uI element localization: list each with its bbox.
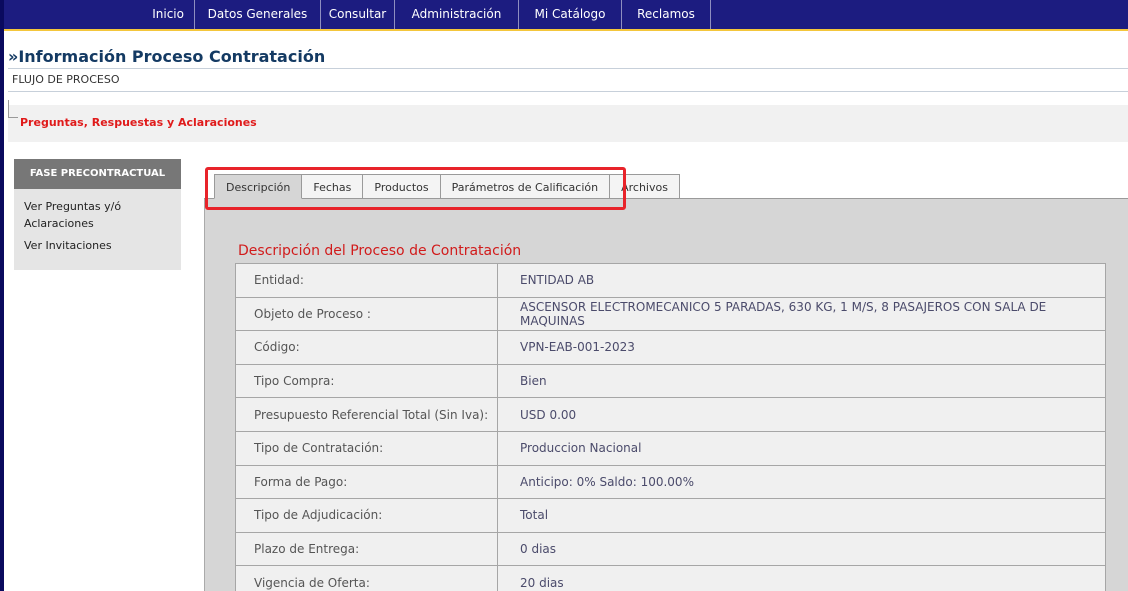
nav-item-consultar[interactable]: Consultar	[321, 0, 395, 29]
preguntas-respuestas-link[interactable]: Preguntas, Respuestas y Aclaraciones	[20, 116, 257, 129]
row-value: ASCENSOR ELECTROMECANICO 5 PARADAS, 630 …	[497, 296, 1106, 332]
row-label: Vigencia de Oferta:	[235, 565, 498, 591]
left-frame-border	[0, 0, 4, 591]
tree-connector-icon	[8, 100, 9, 118]
row-label: Forma de Pago:	[235, 464, 498, 500]
table-row: Código: VPN-EAB-001-2023	[235, 330, 1106, 365]
nav-item-datos-generales[interactable]: Datos Generales	[195, 0, 321, 29]
sidebar-item-ver-preguntas[interactable]: Ver Preguntas y/ó Aclaraciones	[14, 189, 181, 232]
row-label: Plazo de Entrega:	[235, 531, 498, 567]
row-label: Código:	[235, 330, 498, 365]
table-row: Plazo de Entrega: 0 dias	[235, 531, 1106, 567]
table-row: Entidad: ENTIDAD AB	[235, 263, 1106, 298]
table-row: Objeto de Proceso : ASCENSOR ELECTROMECA…	[235, 296, 1106, 332]
flujo-de-proceso-label: FLUJO DE PROCESO	[12, 73, 120, 86]
row-label: Entidad:	[235, 263, 498, 298]
title-divider	[8, 68, 1128, 69]
description-table: Entidad: ENTIDAD AB Objeto de Proceso : …	[235, 263, 1106, 591]
row-value: Anticipo: 0% Saldo: 100.00%	[497, 464, 1106, 500]
nav-menu: Inicio Datos Generales Consultar Adminis…	[134, 0, 711, 29]
nav-item-mi-catalogo[interactable]: Mi Catálogo	[519, 0, 622, 29]
table-row: Forma de Pago: Anticipo: 0% Saldo: 100.0…	[235, 464, 1106, 500]
row-value: Produccion Nacional	[497, 430, 1106, 466]
flujo-divider	[8, 91, 1128, 92]
row-value: ENTIDAD AB	[497, 263, 1106, 298]
table-row: Tipo de Contratación: Produccion Naciona…	[235, 430, 1106, 466]
row-value: USD 0.00	[497, 397, 1106, 432]
sidebar-item-ver-invitaciones[interactable]: Ver Invitaciones	[14, 232, 181, 254]
tabs-highlight-box	[205, 167, 626, 210]
table-row: Tipo Compra: Bien	[235, 363, 1106, 399]
row-value: Bien	[497, 363, 1106, 399]
row-label: Tipo de Adjudicación:	[235, 498, 498, 533]
description-title: Descripción del Proceso de Contratación	[238, 243, 522, 259]
table-row: Vigencia de Oferta: 20 dias	[235, 565, 1106, 591]
tree-connector-tick	[8, 117, 18, 118]
row-value: VPN-EAB-001-2023	[497, 330, 1106, 365]
row-label: Objeto de Proceso :	[235, 296, 498, 332]
row-value: 20 dias	[497, 565, 1106, 591]
nav-item-inicio[interactable]: Inicio	[134, 0, 195, 29]
row-label: Tipo Compra:	[235, 363, 498, 399]
row-value: Total	[497, 498, 1106, 533]
row-value: 0 dias	[497, 531, 1106, 567]
top-navigation: Inicio Datos Generales Consultar Adminis…	[4, 0, 1128, 31]
table-row: Tipo de Adjudicación: Total	[235, 498, 1106, 533]
nav-item-administracion[interactable]: Administración	[395, 0, 519, 29]
sidebar: FASE PRECONTRACTUAL Ver Preguntas y/ó Ac…	[14, 159, 181, 270]
row-label: Presupuesto Referencial Total (Sin Iva):	[235, 397, 498, 432]
page-title: »Información Proceso Contratación	[8, 47, 326, 66]
row-label: Tipo de Contratación:	[235, 430, 498, 466]
table-row: Presupuesto Referencial Total (Sin Iva):…	[235, 397, 1106, 432]
sidebar-header: FASE PRECONTRACTUAL	[14, 159, 181, 189]
nav-item-reclamos[interactable]: Reclamos	[622, 0, 711, 29]
